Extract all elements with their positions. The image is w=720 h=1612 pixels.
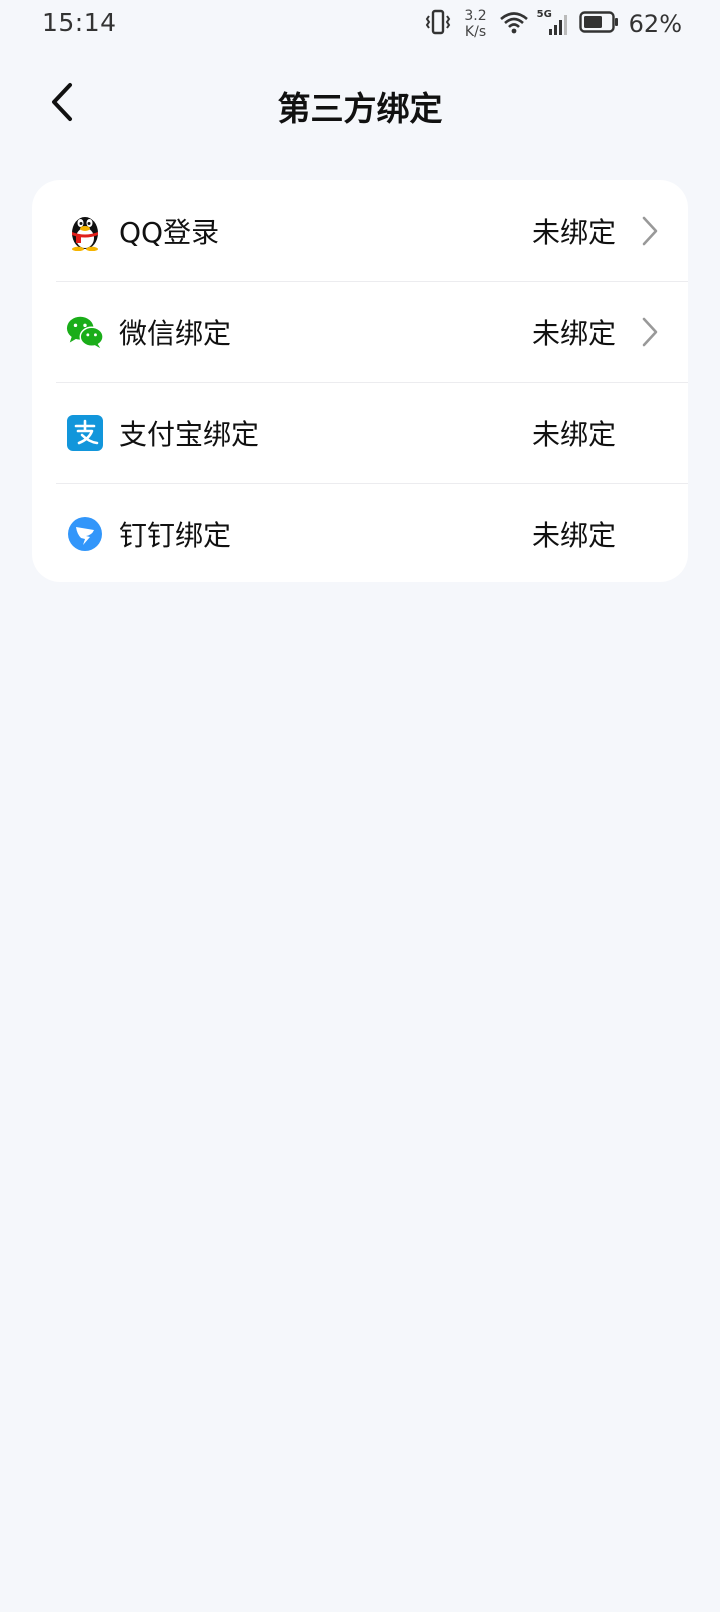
network-speed-unit: K/s (464, 24, 487, 40)
binding-list: QQ登录 未绑定 微信绑定 未绑定 支付宝绑定 未绑定 钉钉绑定 未绑定 (32, 180, 688, 582)
binding-label-dingtalk: 钉钉绑定 (119, 518, 232, 552)
battery-percent: 62% (628, 10, 682, 38)
chevron-right-icon (638, 214, 662, 248)
binding-status-dingtalk: 未绑定 (531, 518, 616, 552)
header: 第三方绑定 (0, 66, 720, 142)
status-time: 15:14 (42, 8, 117, 37)
battery-icon (578, 10, 619, 38)
wifi-icon (499, 10, 529, 38)
screen: 15:14 3.2 K/s 5G 62% 第三方绑定 QQ登录 未绑定 微信绑定… (0, 0, 720, 1612)
network-speed-value: 3.2 (464, 8, 487, 24)
binding-row-qq[interactable]: QQ登录 未绑定 (32, 180, 688, 281)
network-speed: 3.2 K/s (464, 8, 486, 40)
status-icons: 3.2 K/s 5G 62% (424, 6, 682, 42)
dingtalk-icon (66, 515, 104, 553)
binding-status-alipay: 未绑定 (531, 417, 616, 451)
binding-label-qq: QQ登录 (119, 215, 220, 249)
chevron-right-icon (638, 315, 662, 349)
binding-row-dingtalk[interactable]: 钉钉绑定 未绑定 (32, 483, 688, 582)
binding-row-wechat[interactable]: 微信绑定 未绑定 (32, 281, 688, 382)
vibrate-icon (424, 9, 452, 39)
alipay-icon (66, 414, 104, 452)
binding-label-alipay: 支付宝绑定 (119, 417, 260, 451)
binding-status-qq: 未绑定 (531, 215, 616, 249)
binding-label-wechat: 微信绑定 (119, 316, 232, 350)
page-title: 第三方绑定 (277, 89, 443, 128)
binding-status-wechat: 未绑定 (531, 316, 616, 350)
binding-row-alipay[interactable]: 支付宝绑定 未绑定 (32, 382, 688, 483)
signal-icon: 5G (537, 10, 571, 38)
status-bar: 15:14 3.2 K/s 5G 62% (0, 0, 720, 48)
qq-penguin-icon (66, 212, 104, 251)
wechat-icon (66, 313, 104, 351)
